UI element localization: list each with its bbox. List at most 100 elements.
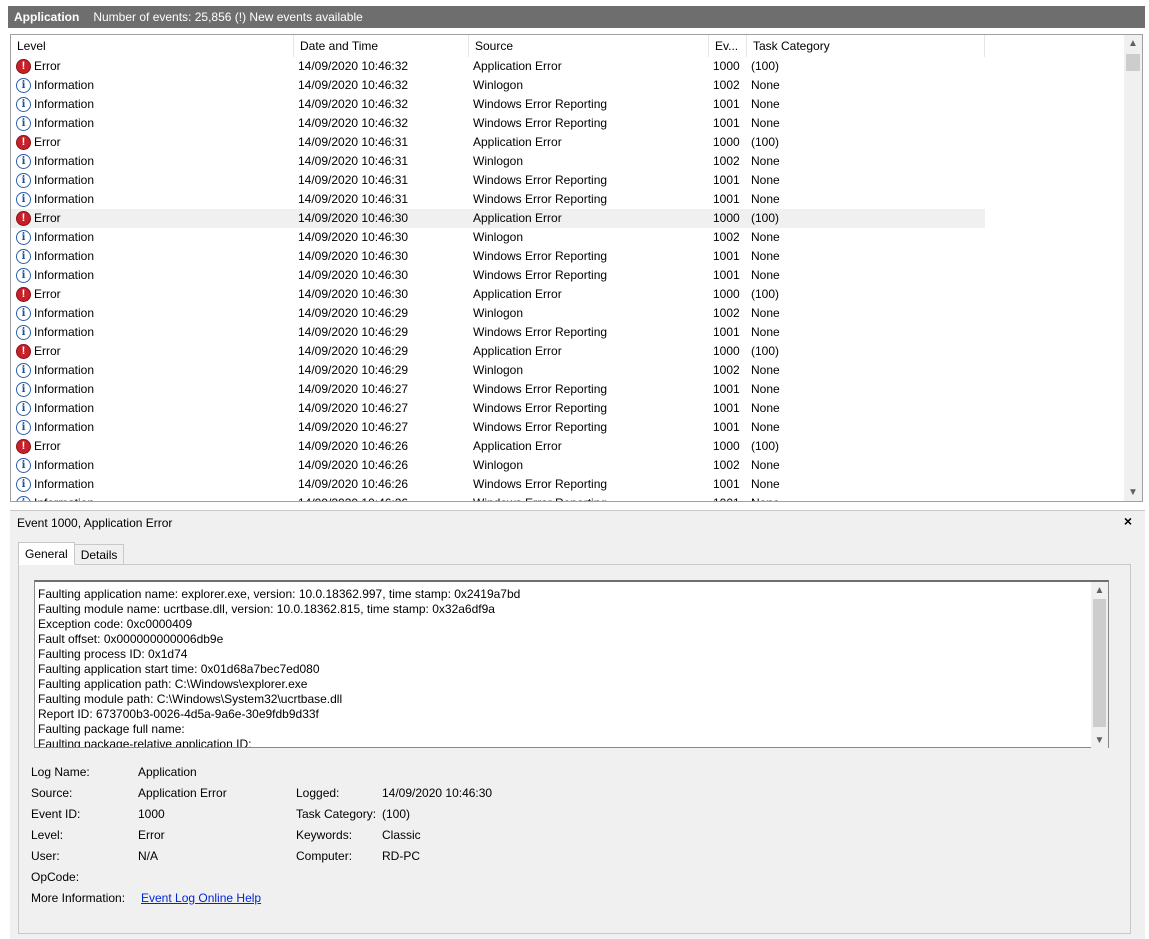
event-date-cell: 14/09/2020 10:46:29 (298, 344, 409, 358)
event-level-text: Error (34, 287, 61, 301)
event-row[interactable]: i Information 14/09/2020 10:46:27 Windows E… (11, 380, 1125, 399)
keywords-label: Keywords: (296, 828, 353, 842)
scroll-up-arrow-icon[interactable]: ▲ (1124, 35, 1142, 52)
event-row[interactable]: ! Error 14/09/2020 10:46:30 Application Err… (11, 209, 985, 228)
log-name-value: Application (138, 765, 197, 779)
events-list-scrollbar[interactable]: ▲ ▼ (1124, 35, 1142, 501)
event-level-cell: iInformation (11, 475, 294, 494)
tab-general[interactable]: General (18, 542, 75, 565)
error-icon: ! (16, 135, 31, 150)
event-category-cell: None (751, 154, 780, 168)
column-header-event-id[interactable]: Ev... (709, 35, 747, 57)
log-name-title: Application (14, 10, 80, 24)
event-date-cell: 14/09/2020 10:46:30 (298, 268, 409, 282)
description-line: Faulting application path: C:\Windows\ex… (38, 677, 308, 691)
event-level-cell: ! Error (11, 342, 294, 361)
event-category-cell: (100) (751, 344, 780, 358)
events-rows: ! Error 14/09/2020 10:46:32 Application Err… (11, 57, 1125, 501)
event-level-text: Information (34, 306, 95, 320)
event-level-text: Information (34, 249, 95, 263)
event-row[interactable]: i Information 14/09/2020 10:46:30 Windows E… (11, 266, 1125, 285)
event-row[interactable]: i Information 14/09/2020 10:46:26 Winlogon 1… (11, 456, 1125, 475)
event-row[interactable]: ! Error 14/09/2020 10:46:30 Application Err… (11, 285, 1125, 304)
event-row[interactable]: i Information 14/09/2020 10:46:31 Windows E… (11, 171, 1125, 190)
column-header-level[interactable]: Level (11, 35, 294, 57)
event-level-cell: iInformation (11, 228, 294, 247)
scroll-up-arrow-icon[interactable]: ▲ (1091, 582, 1108, 598)
event-row[interactable]: i Information 14/09/2020 10:46:30 Windows E… (11, 247, 1125, 266)
logged-value: 14/09/2020 10:46:30 (382, 786, 493, 800)
event-level-text: Information (34, 268, 95, 282)
event-level-text: Information (34, 97, 95, 111)
error-icon: ! (16, 287, 31, 302)
event-row[interactable]: i Information 14/09/2020 10:46:32 Winlogon 1… (11, 76, 1125, 95)
event-row[interactable]: i Information 14/09/2020 10:46:27 Windows E… (11, 399, 1125, 418)
event-category-cell: None (751, 116, 780, 130)
event-row[interactable]: i Information 14/09/2020 10:46:29 Winlogon 1… (11, 361, 1125, 380)
description-line: Faulting module name: ucrtbase.dll, vers… (38, 602, 495, 616)
log-header-bar: Application Number of events: 25,856 (!)… (8, 6, 1145, 28)
event-level-text: Information (34, 173, 95, 187)
event-level-cell: ! Error (11, 285, 294, 304)
description-line: Exception code: 0xc0000409 (38, 617, 193, 631)
event-properties: Log Name: Application Source: Applicatio… (31, 762, 731, 912)
logged-label: Logged: (296, 786, 340, 800)
event-level-cell: iInformation (11, 418, 294, 437)
event-level-cell: iInformation (11, 114, 294, 133)
event-level-text: Information (34, 458, 95, 472)
column-header-date-time[interactable]: Date and Time (294, 35, 469, 57)
event-id-cell: 1001 (713, 477, 740, 491)
event-category-cell: None (751, 363, 780, 377)
column-header-task-category[interactable]: Task Category (747, 35, 985, 57)
column-header-source[interactable]: Source (469, 35, 709, 57)
event-date-cell: 14/09/2020 10:46:31 (298, 173, 409, 187)
event-id-cell: 1002 (713, 306, 740, 320)
event-level-cell: iInformation (11, 152, 294, 171)
event-row[interactable]: iInformation14/09/2020 10:46:26Windows E… (11, 475, 1125, 494)
tab-details[interactable]: Details (74, 544, 125, 565)
event-id-cell: 1001 (713, 192, 740, 206)
event-row[interactable]: ! Error 14/09/2020 10:46:31 Application Err… (11, 133, 1125, 152)
event-category-cell: None (751, 382, 780, 396)
event-row[interactable]: i Information 14/09/2020 10:46:29 Windows E… (11, 323, 1125, 342)
event-row[interactable]: i Information 14/09/2020 10:46:32 Windows E… (11, 114, 1125, 133)
scrollbar-thumb[interactable] (1126, 54, 1140, 71)
event-row[interactable]: i Information 14/09/2020 10:46:30 Winlogon 1… (11, 228, 1125, 247)
event-date-cell: 14/09/2020 10:46:30 (298, 287, 409, 301)
scroll-down-arrow-icon[interactable]: ▼ (1124, 484, 1142, 501)
event-log-online-help-link[interactable]: Event Log Online Help (141, 888, 261, 909)
event-date-cell: 14/09/2020 10:46:32 (298, 116, 409, 130)
event-row[interactable]: i Information 14/09/2020 10:46:31 Winlogon 1… (11, 152, 1125, 171)
event-row[interactable]: ! Error 14/09/2020 10:46:26 Application Err… (11, 437, 1125, 456)
event-category-cell: None (751, 97, 780, 111)
event-category-cell: (100) (751, 59, 780, 73)
event-row[interactable]: iInformation14/09/2020 10:46:26Windows E… (11, 494, 1125, 501)
log-name-label: Log Name: (31, 765, 90, 779)
event-level-text: Error (34, 135, 61, 149)
source-label: Source: (31, 786, 73, 800)
event-id-cell: 1001 (713, 249, 740, 263)
event-row[interactable]: i Information 14/09/2020 10:46:32 Windows E… (11, 95, 1125, 114)
information-icon: i (16, 496, 31, 501)
event-row[interactable]: ! Error 14/09/2020 10:46:29 Application Err… (11, 342, 1125, 361)
information-icon: i (16, 192, 31, 207)
information-icon: i (16, 230, 31, 245)
close-icon[interactable]: × (1124, 513, 1132, 529)
scroll-down-arrow-icon[interactable]: ▼ (1091, 732, 1108, 748)
event-source-cell: Winlogon (473, 78, 524, 92)
event-id-cell: 1000 (713, 59, 740, 73)
event-description-box[interactable]: Faulting application name: explorer.exe,… (34, 580, 1109, 748)
description-scrollbar[interactable]: ▲ ▼ (1091, 582, 1108, 748)
information-icon: i (16, 420, 31, 435)
event-date-cell: 14/09/2020 10:46:31 (298, 192, 409, 206)
event-row[interactable]: i Information 14/09/2020 10:46:29 Winlogon 1… (11, 304, 1125, 323)
description-line: Faulting package full name: (38, 722, 185, 736)
event-category-cell: None (751, 458, 780, 472)
user-value: N/A (138, 849, 159, 863)
event-row[interactable]: ! Error 14/09/2020 10:46:32 Application Err… (11, 57, 1125, 76)
event-row[interactable]: i Information 14/09/2020 10:46:31 Windows E… (11, 190, 1125, 209)
event-row[interactable]: i Information 14/09/2020 10:46:27 Windows E… (11, 418, 1125, 437)
scrollbar-thumb[interactable] (1093, 599, 1106, 727)
task-category-label: Task Category: (296, 807, 377, 821)
event-id-cell: 1001 (713, 325, 740, 339)
